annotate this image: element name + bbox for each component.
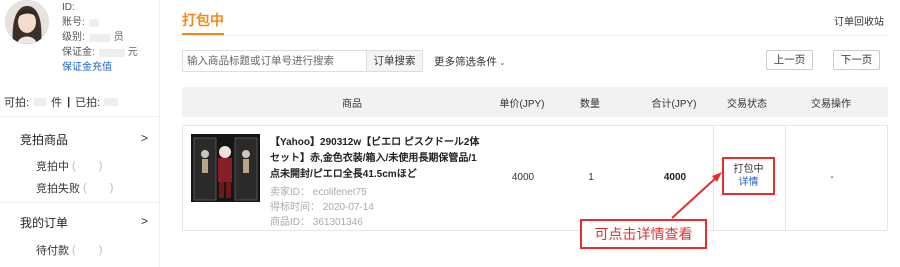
status-cell: 打包中 详情 (722, 157, 775, 195)
deposit-recharge-link[interactable]: 保证金充值 (62, 60, 112, 75)
total-value: 4000 (663, 172, 687, 183)
order-status: 打包中 (733, 164, 764, 175)
seller-id: 卖家ID： ecolifenet75 (270, 187, 367, 198)
chevron-down-icon: ⌄ (499, 58, 506, 67)
unit-price-value: 4000 (511, 172, 535, 183)
user-level-line: 级别: 员 (62, 32, 124, 43)
column-header-unit-price: 单价(JPY) (499, 98, 545, 110)
divider (182, 35, 888, 36)
table-row: 【Yahoo】290312w【ビエロ ピスクドール2体セット】赤,金色衣装/箱入… (182, 125, 888, 231)
sidebar-item-bidding[interactable]: 竞拍中( ) (36, 158, 112, 174)
user-account-line: 账号: (62, 15, 158, 30)
chevron-right-icon: > (140, 214, 148, 228)
avatar[interactable] (5, 0, 49, 44)
bid-counts: 可拍: 件 | 已拍: (4, 94, 122, 110)
quantity-value: 1 (588, 172, 594, 183)
sidebar-section-orders[interactable]: 我的订单 > (20, 214, 148, 231)
tab-packing[interactable]: 打包中 (182, 10, 224, 30)
column-header-product: 商品 (342, 98, 362, 110)
user-info: ID: 账号: 级别: 员 保证金: 元 保证金充值 (62, 0, 158, 75)
column-header-total: 合计(JPY) (651, 98, 697, 110)
divider (0, 202, 160, 203)
order-recycle-bin-link[interactable]: 订单回收站 (834, 13, 884, 28)
column-divider (713, 126, 714, 230)
sidebar-item-bid-failed[interactable]: 竞拍失败( ) (36, 180, 123, 196)
product-title[interactable]: 【Yahoo】290312w【ビエロ ピスクドール2体セット】赤,金色衣装/箱入… (270, 135, 482, 183)
column-header-quantity: 数量 (580, 98, 600, 110)
search-input[interactable] (182, 50, 367, 72)
product-id: 商品ID： 361301346 (270, 217, 363, 228)
table-header: 商品 单价(JPY) 数量 合计(JPY) 交易状态 交易操作 (182, 87, 888, 117)
user-id-line: ID: (62, 2, 75, 13)
column-header-action: 交易操作 (811, 98, 851, 110)
won-time: 得标时间： 2020-07-14 (270, 202, 374, 213)
order-detail-link[interactable]: 详情 (724, 176, 773, 189)
callout-tooltip: 可点击详情查看 (580, 219, 707, 249)
sidebar: ID: 账号: 级别: 员 保证金: 元 保证金充值 可拍: 件 | 已拍: 竞拍商品 > … (0, 0, 160, 267)
order-action: - (830, 172, 834, 183)
main-content: 打包中 订单回收站 订单搜索 更多筛选条件⌄ 上一页 下一页 商品 单价(JPY… (160, 0, 900, 267)
chevron-right-icon: > (140, 131, 148, 145)
sidebar-item-pending-payment[interactable]: 待付款( ) (36, 242, 112, 258)
divider (0, 116, 160, 117)
column-divider (785, 126, 786, 230)
prev-page-button[interactable]: 上一页 (766, 50, 813, 70)
next-page-button[interactable]: 下一页 (833, 50, 880, 70)
product-image[interactable] (191, 134, 260, 202)
sidebar-section-bidding[interactable]: 竞拍商品 > (20, 131, 148, 148)
column-header-status: 交易状态 (727, 98, 767, 110)
user-deposit-line: 保证金: 元 (62, 47, 138, 58)
search-button[interactable]: 订单搜索 (366, 50, 423, 72)
more-filters-button[interactable]: 更多筛选条件 ⌄ (434, 54, 506, 69)
